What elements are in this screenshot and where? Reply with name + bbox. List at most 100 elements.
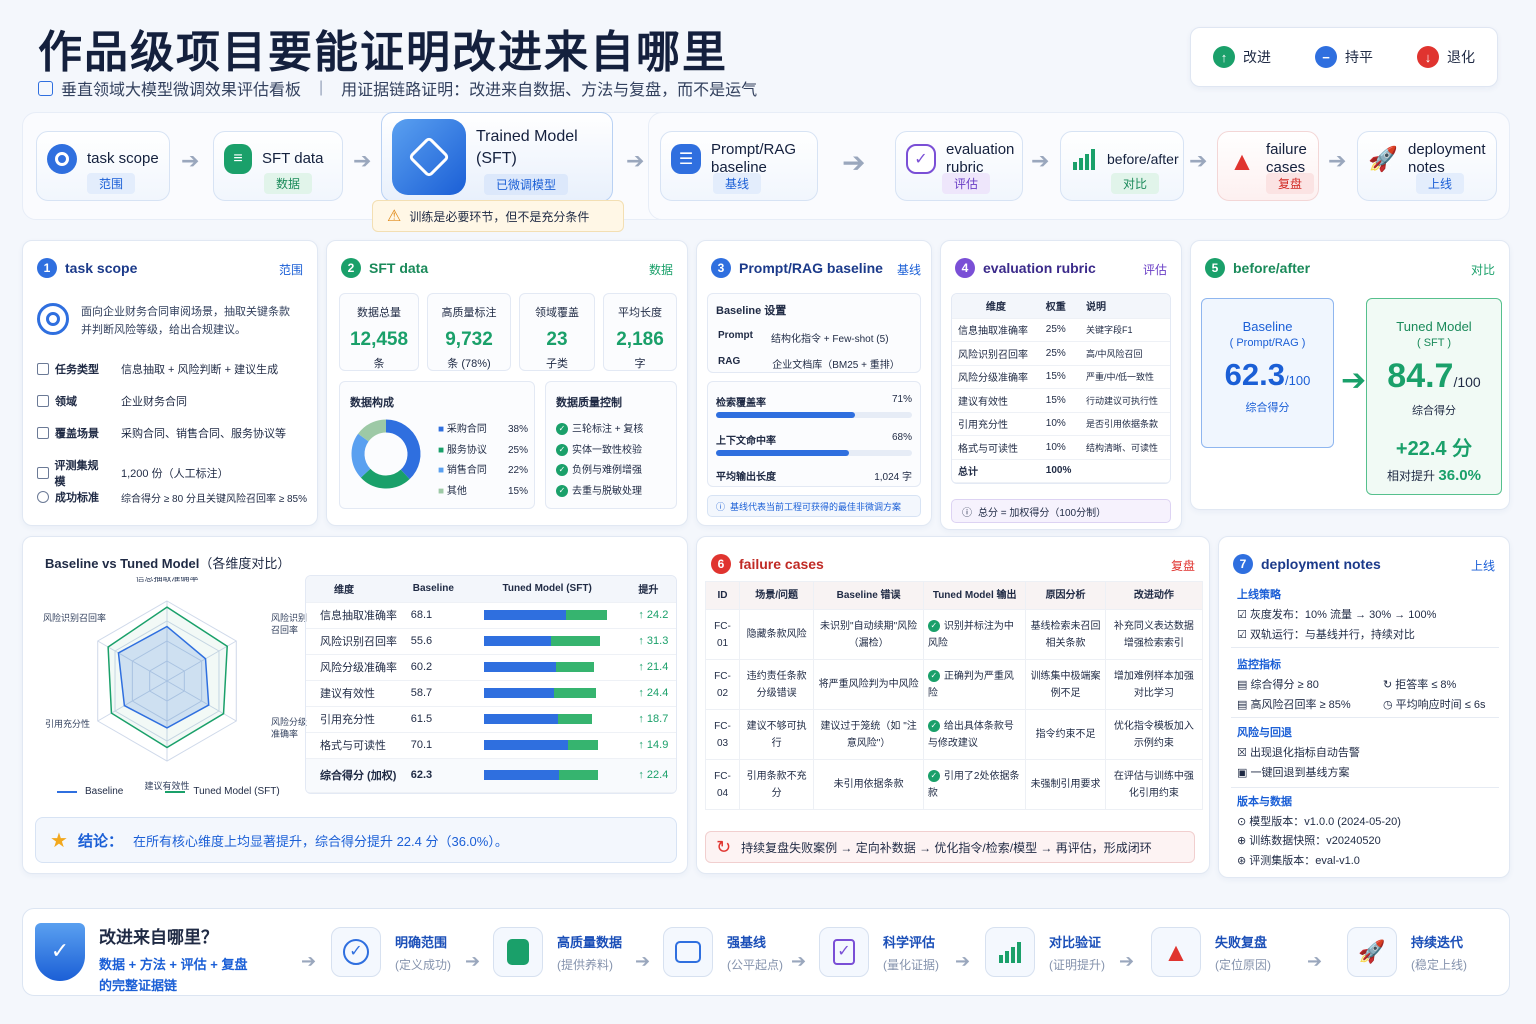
- flow-step-evaluation-rubric[interactable]: ✓ evaluation rubric 评估: [895, 131, 1023, 201]
- rubric-table: 维度 权重 说明 信息抽取准确率 25% 关键字段F1 风险识别召回率 25% 高/中风险召…: [951, 293, 1171, 484]
- checkbox-icon: [38, 80, 53, 96]
- tuned-bar: [554, 688, 596, 698]
- arrow-right-icon: ➔: [1341, 364, 1367, 397]
- arrow-up-icon: ↑: [638, 687, 644, 699]
- minus-icon: −: [1315, 46, 1337, 68]
- cube-icon: [392, 119, 466, 195]
- chart-icon: ▤: [1237, 699, 1248, 711]
- comparison-table: 维度 Baseline Tuned Model (SFT) 提升 信息抽取准确率 68.…: [305, 575, 677, 794]
- subtitle: 垂直领域大模型微调效果评估看板 | 用证据链路证明：改进来自数据、方法与复盘，而不…: [38, 76, 757, 100]
- table-row: 风险识别召回率 25% 高/中风险召回: [952, 341, 1170, 366]
- flow-step-sft-data[interactable]: ≡ SFT data 数据: [213, 131, 343, 201]
- baseline-bar: [483, 636, 551, 646]
- baseline-bar: [483, 662, 557, 672]
- arrow-right-icon: ➔: [626, 148, 645, 173]
- check-square-icon: ☑: [1237, 609, 1247, 621]
- flow-step-failure-cases[interactable]: ▲ failure cases 复盘: [1217, 131, 1319, 201]
- arrow-right-icon: ➔: [353, 148, 372, 173]
- baseline-bar: [483, 688, 555, 698]
- stat-quality: 高质量标注 9,732 条 (78%): [427, 293, 511, 371]
- table-row: 建议有效性 58.7 ↑ 24.4: [306, 680, 676, 707]
- page-title: 作品级项目要能证明改进来自哪里: [38, 28, 728, 77]
- arrow-right-icon: ➔: [1189, 148, 1208, 173]
- baseline-bar: [483, 610, 566, 620]
- deployment-notes-card: 7 deployment notes 上线 上线策略 ☑ 灰度发布：10% 流量 …: [1218, 536, 1510, 878]
- chain-step-baseline: 强基线 (公平起点): [663, 927, 783, 977]
- arrow-up-icon: ↑: [638, 635, 644, 647]
- chart-icon: ▤: [1237, 679, 1248, 691]
- arrow-right-icon: ➔: [955, 951, 971, 971]
- table-row: 风险识别召回率 55.6 ↑ 31.3: [306, 628, 676, 655]
- stat-coverage: 领域覆盖 23 子类: [519, 293, 595, 371]
- check-circle-icon: ✓: [331, 927, 381, 977]
- list-icon: [37, 363, 49, 375]
- table-row: 引用充分性 61.5 ↑ 18.7: [306, 706, 676, 733]
- quality-control-panel: 数据质量控制 ✓ 三轮标注 + 复核 ✓ 实体一致性校验 ✓ 负例与难例增强 ✓ 去重与…: [545, 381, 677, 509]
- donut-slice-0: [385, 419, 421, 480]
- flow-step-task-scope[interactable]: task scope 范围: [36, 131, 170, 201]
- flow-step-deployment-notes[interactable]: 🚀 deployment notes 上线: [1357, 131, 1497, 201]
- target-icon: [47, 144, 77, 174]
- radar-axis-label: 引用充分性: [45, 718, 90, 729]
- stat-length: 平均长度 2,186 字: [603, 293, 677, 371]
- evidence-chain: ✓ 改进来自哪里？ 数据 + 方法 + 评估 + 复盘 的完整证据链 ➔ ✓ 明确…: [22, 908, 1510, 996]
- arrow-up-icon: ↑: [638, 739, 644, 751]
- baseline-bar: [483, 740, 569, 750]
- clipboard-check-icon: ✓: [906, 144, 936, 174]
- shield-icon: ✓: [35, 923, 85, 981]
- rubric-note: ⓘ 总分 = 加权得分（100分制）: [951, 499, 1171, 523]
- table-row-total: 总计 100%: [952, 459, 1170, 483]
- warning-icon: ⚠: [387, 208, 402, 225]
- chain-step-scope: ✓ 明确范围 (定义成功): [331, 927, 451, 977]
- clock-icon: ◷: [1383, 699, 1393, 711]
- radar-legend: Baseline Tuned Model (SFT): [57, 786, 280, 797]
- info-icon: ⓘ: [716, 501, 726, 512]
- conclusion-banner: ★ 结论： 在所有核心维度上均显著提升，综合得分提升 22.4 分（36.0%）…: [35, 817, 677, 863]
- arrow-right-icon: ➔: [635, 951, 651, 971]
- alert-triangle-icon: ▲: [1151, 927, 1201, 977]
- table-row: 综合得分 (加权) 62.3 ↑ 22.4: [306, 758, 676, 793]
- version-icon: ⊛: [1237, 854, 1247, 867]
- rocket-icon: 🚀: [1368, 145, 1398, 173]
- target-icon: [37, 303, 69, 335]
- check-icon: ✓: [556, 443, 568, 456]
- table-row: 引用充分性 10% 是否引用依据条款: [952, 412, 1170, 436]
- chain-step-data: 高质量数据 (提供养料): [493, 927, 622, 977]
- baseline-note: ⓘ 基线代表当前工程可获得的最佳非微调方案: [707, 495, 921, 517]
- flow-step-prompt-rag[interactable]: ☰ Prompt/RAG baseline 基线: [660, 131, 818, 201]
- flow-step-trained-model[interactable]: Trained Model (SFT) 已微调模型: [381, 112, 613, 202]
- radar-axis-label: 风险分级准确率: [271, 716, 307, 739]
- table-row: 风险分级准确率 15% 严重/中/低一致性: [952, 365, 1170, 389]
- info-icon: ⓘ: [962, 507, 972, 519]
- before-after-card: 5 before/after 对比 Baseline ( Prompt/RAG )…: [1190, 240, 1510, 510]
- table-row: 格式与可读性 10% 结构清晰、可读性: [952, 435, 1170, 460]
- baseline-metrics: 检索覆盖率 71% 上下文命中率 68% 平均输出长度 1,024 字: [707, 381, 921, 487]
- tuned-bar: [556, 662, 594, 672]
- clipboard-check-icon: ✓: [819, 927, 869, 977]
- bar-chart-icon: [1071, 146, 1097, 172]
- arrow-down-icon: ↓: [1417, 46, 1439, 68]
- tuned-bar: [557, 714, 593, 724]
- failure-cases-card: 6 failure cases 复盘 ID 场景/问题 Baseline 错误 Tune…: [696, 536, 1210, 874]
- check-icon: ✓: [556, 423, 568, 436]
- alert-icon: ☒: [1237, 747, 1247, 759]
- table-row: FC-01 隐藏条款风险 未识别"自动续期"风险（漏检） ✓ 识别并标注为中风险 基线检索…: [705, 609, 1204, 660]
- table-row: FC-02 违约责任条款分级错误 将严重风险判为中风险 ✓ 正确判为严重风险 训练集中极端…: [705, 659, 1204, 710]
- radar-axis-label: 信息抽取准确率: [135, 577, 198, 583]
- table-row: 格式与可读性 70.1 ↑ 14.9: [306, 732, 676, 759]
- hit-rate-bar: [716, 450, 912, 456]
- document-icon: [37, 395, 49, 407]
- radar-axis-label: 风险识别召回率: [43, 612, 106, 623]
- tuned-bar: [565, 610, 607, 620]
- task-scope-card: 1 task scope 范围 面向企业财务合同审阅场景，抽取关键条款 并判断风险等…: [22, 240, 318, 526]
- arrow-up-icon: ↑: [638, 769, 644, 781]
- layers-icon: [37, 427, 49, 439]
- stat-total: 数据总量 12,458 条: [339, 293, 419, 371]
- chain-step-failure: ▲ 失败复盘 (定位原因): [1151, 927, 1271, 977]
- chain-step-compare: 对比验证 (证明提升): [985, 927, 1105, 977]
- coverage-bar: [716, 412, 912, 418]
- donut-slice-2: [351, 433, 371, 478]
- bar-chart-icon: [985, 927, 1035, 977]
- arrow-up-icon: ↑: [638, 609, 644, 621]
- flow-step-before-after[interactable]: before/after 对比: [1060, 131, 1184, 201]
